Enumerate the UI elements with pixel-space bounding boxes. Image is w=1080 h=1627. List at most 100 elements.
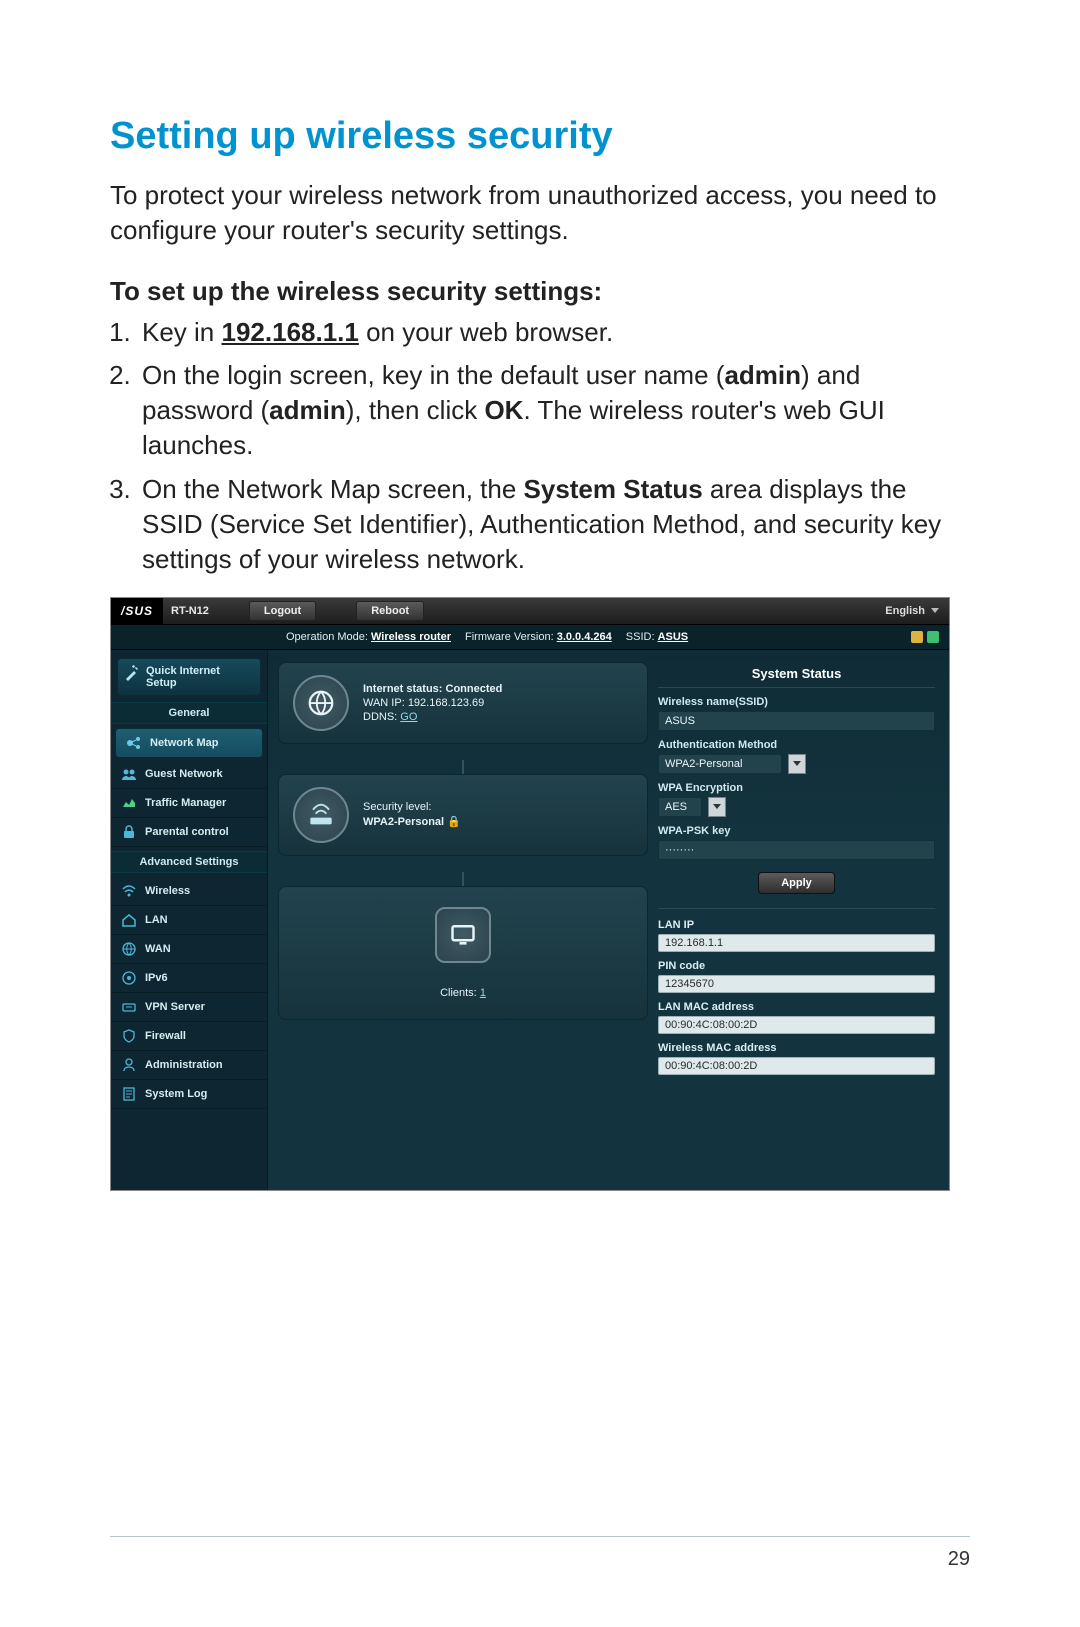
bold-system-status: System Status <box>524 474 703 504</box>
ddns-go-link[interactable]: GO <box>400 711 417 723</box>
encryption-value: AES <box>658 797 702 817</box>
sidebar-item-ipv6[interactable]: IPv6 <box>111 964 267 993</box>
sidebar-item-wireless[interactable]: Wireless <box>111 877 267 906</box>
apply-button[interactable]: Apply <box>758 872 835 894</box>
language-selector[interactable]: English <box>885 605 939 617</box>
encryption-select[interactable]: AES <box>658 797 935 817</box>
sidebar-item-label: VPN Server <box>145 1001 205 1013</box>
sidebar-item-administration[interactable]: Administration <box>111 1051 267 1080</box>
monitor-icon <box>435 907 491 963</box>
footer-rule <box>110 1536 970 1537</box>
status-line: Operation Mode: Wireless router Firmware… <box>111 624 949 650</box>
sidebar-item-label: IPv6 <box>145 972 168 984</box>
ddns-label: DDNS: <box>363 711 400 723</box>
auth-method-select[interactable]: WPA2-Personal <box>658 754 935 774</box>
clients-count[interactable]: 1 <box>480 987 486 999</box>
ip-address: 192.168.1.1 <box>222 317 359 347</box>
chevron-down-icon <box>788 754 806 774</box>
text: SSID: <box>626 631 655 643</box>
sidebar-item-label: Wireless <box>145 885 190 897</box>
sidebar-item-label: System Log <box>145 1088 207 1100</box>
sidebar-item-traffic-manager[interactable]: Traffic Manager <box>111 789 267 818</box>
security-level-value: WPA2-Personal <box>363 816 444 828</box>
log-icon <box>121 1086 137 1102</box>
sidebar-item-label: Parental control <box>145 826 229 838</box>
home-icon <box>121 912 137 928</box>
text: ), then click <box>346 395 485 425</box>
bold-admin: admin <box>269 395 346 425</box>
intro-text: To protect your wireless network from un… <box>110 178 970 248</box>
subheading: To set up the wireless security settings… <box>110 276 970 307</box>
sidebar-item-system-log[interactable]: System Log <box>111 1080 267 1109</box>
sidebar-item-label: LAN <box>145 914 168 926</box>
center-cards: Internet status: Connected WAN IP: 192.1… <box>268 650 658 1190</box>
system-status-panel: System Status Wireless name(SSID) ASUS A… <box>658 650 949 1190</box>
security-level-card[interactable]: Security level: WPA2-Personal 🔒 <box>278 774 648 856</box>
wmac-value: 00:90:4C:08:00:2D <box>658 1057 935 1075</box>
auth-method-value: WPA2-Personal <box>658 754 782 774</box>
step-3: On the Network Map screen, the System St… <box>138 472 970 577</box>
traffic-manager-icon <box>121 795 137 811</box>
lock-icon <box>121 824 137 840</box>
bold-admin: admin <box>724 360 801 390</box>
panel-title: System Status <box>658 660 935 688</box>
psk-input[interactable]: ········ <box>658 840 935 860</box>
quick-internet-setup[interactable]: Quick Internet Setup <box>117 658 261 696</box>
sidebar-item-label: Administration <box>145 1059 223 1071</box>
sidebar-item-vpn-server[interactable]: VPN Server <box>111 993 267 1022</box>
clients-card[interactable]: Clients: 1 <box>278 886 648 1020</box>
auth-method-label: Authentication Method <box>658 739 935 751</box>
clients-label: Clients: <box>440 987 480 999</box>
security-level-label: Security level: <box>363 801 461 813</box>
sidebar-item-label: WAN <box>145 943 171 955</box>
sidebar-item-lan[interactable]: LAN <box>111 906 267 935</box>
step-2: On the login screen, key in the default … <box>138 358 970 463</box>
lanip-label: LAN IP <box>658 919 935 931</box>
sidebar-item-firewall[interactable]: Firewall <box>111 1022 267 1051</box>
text: Operation Mode: <box>286 631 368 643</box>
chevron-down-icon <box>708 797 726 817</box>
section-general-label: General <box>111 702 267 724</box>
ssid-value: ASUS <box>658 631 689 643</box>
language-label: English <box>885 605 925 617</box>
reboot-button[interactable]: Reboot <box>356 601 424 621</box>
operation-mode-value: Wireless router <box>371 631 451 643</box>
status-icons <box>911 631 939 643</box>
sidebar-item-parental-control[interactable]: Parental control <box>111 818 267 847</box>
router-icon <box>293 787 349 843</box>
wan-ip: WAN IP: 192.168.123.69 <box>363 697 502 709</box>
logout-button[interactable]: Logout <box>249 601 316 621</box>
sidebar-item-label: Network Map <box>150 737 218 749</box>
pin-value: 12345670 <box>658 975 935 993</box>
sidebar-item-guest-network[interactable]: Guest Network <box>111 760 267 789</box>
sidebar-item-label: Guest Network <box>145 768 223 780</box>
firmware-version-value: 3.0.0.4.264 <box>557 631 612 643</box>
sidebar-item-wan[interactable]: WAN <box>111 935 267 964</box>
globe-icon <box>293 675 349 731</box>
document-page: Setting up wireless security To protect … <box>0 0 1080 1627</box>
divider <box>658 908 935 909</box>
top-bar: /SUS RT-N12 Logout Reboot English <box>111 598 949 624</box>
text: Firmware Version: <box>465 631 554 643</box>
wand-icon <box>124 665 140 681</box>
net-icon <box>927 631 939 643</box>
sidebar: Quick Internet Setup General Network Map… <box>111 650 268 1190</box>
lanip-value: 192.168.1.1 <box>658 934 935 952</box>
sidebar-item-label: Traffic Manager <box>145 797 226 809</box>
text: Key in <box>142 317 222 347</box>
steps-list: Key in 192.168.1.1 on your web browser. … <box>110 315 970 577</box>
network-map-icon <box>126 735 142 751</box>
ssid-input[interactable]: ASUS <box>658 711 935 731</box>
guest-network-icon <box>121 766 137 782</box>
globe-icon <box>121 941 137 957</box>
lanmac-label: LAN MAC address <box>658 1001 935 1013</box>
ssid-label: Wireless name(SSID) <box>658 696 935 708</box>
pin-label: PIN code <box>658 960 935 972</box>
connector-line <box>462 872 464 886</box>
text: on your web browser. <box>359 317 613 347</box>
psk-label: WPA-PSK key <box>658 825 935 837</box>
sidebar-item-network-map[interactable]: Network Map <box>115 728 263 758</box>
page-title: Setting up wireless security <box>110 115 970 158</box>
internet-status-card[interactable]: Internet status: Connected WAN IP: 192.1… <box>278 662 648 744</box>
gui-body: Quick Internet Setup General Network Map… <box>111 650 949 1190</box>
